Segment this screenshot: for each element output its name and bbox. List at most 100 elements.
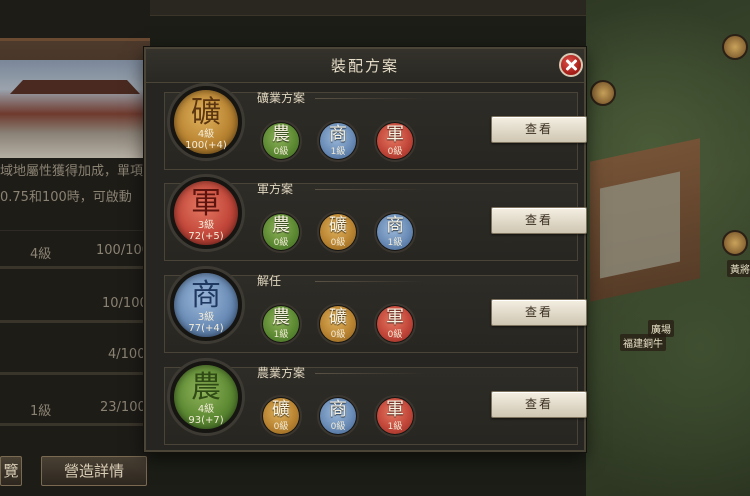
palace-image (0, 60, 150, 158)
stat-mine-icon: 礦 0級 (320, 214, 356, 250)
main-stat-badge[interactable]: 礦 4級 100(+4) (167, 83, 245, 161)
stat-value: 93(+7) (188, 415, 224, 426)
map-marker-icon[interactable] (722, 230, 748, 256)
stat-level: 3級 (197, 312, 215, 323)
map-marker-icon[interactable] (722, 34, 748, 60)
stat-mil-icon: 軍 1級 (377, 398, 413, 434)
stat-glyph: 礦 (329, 215, 347, 236)
view-button[interactable]: 查看 (491, 299, 587, 326)
sub-stat-badge[interactable]: 農 1級 (260, 303, 302, 345)
stat-level: 1級 (273, 330, 289, 340)
stat-glyph: 軍 (386, 124, 404, 145)
stat-mine-icon: 礦 0級 (263, 398, 299, 434)
dialog-title: 裝配方案 (330, 57, 399, 75)
bonus-description-line: 域地屬性獲得加成，單項 (0, 164, 144, 179)
stat-agri-icon: 農 1級 (263, 306, 299, 342)
stat-glyph: 商 (329, 124, 347, 145)
view-button[interactable]: 查看 (491, 207, 587, 234)
plan-name: 軍方案 (257, 182, 294, 196)
equip-plan-dialog: 裝配方案 礦業方案 礦 4級 100(+4) 農 0級 商 1級 軍 0級 查看… (144, 47, 587, 452)
row-level: 4級 (30, 247, 52, 262)
stat-glyph: 農 (272, 215, 290, 236)
sub-stat-badge[interactable]: 商 1級 (317, 120, 359, 162)
plan-row: 農業方案 農 4級 93(+7) 礦 0級 商 0級 軍 1級 查看 (164, 358, 587, 445)
row-value: 100/100 (96, 243, 151, 258)
sub-stat-badge[interactable]: 農 0級 (260, 120, 302, 162)
row-level: 1級 (30, 404, 52, 419)
stat-level: 0級 (273, 147, 289, 157)
stat-glyph: 礦 (329, 307, 347, 328)
stat-glyph: 軍 (386, 307, 404, 328)
stat-level: 0級 (387, 147, 403, 157)
view-button[interactable]: 查看 (491, 391, 587, 418)
stat-level: 0級 (330, 330, 346, 340)
stat-level: 1級 (387, 238, 403, 248)
stat-trade-icon: 商 3級 77(+4) (174, 273, 238, 337)
progress-bar (0, 266, 150, 269)
stat-glyph: 農 (272, 307, 290, 328)
stat-glyph: 軍 (191, 186, 221, 221)
main-stat-badge[interactable]: 商 3級 77(+4) (167, 266, 245, 344)
sub-stat-badge[interactable]: 軍 1級 (374, 395, 416, 437)
map-label[interactable]: 福建銅牛 (620, 334, 666, 351)
stat-level: 4級 (197, 129, 215, 140)
map-label[interactable]: 黃將 (727, 260, 750, 277)
close-button[interactable] (559, 53, 583, 77)
map-marker-icon[interactable] (590, 80, 616, 106)
progress-bar (0, 423, 150, 426)
row-value: 4/100 (108, 347, 146, 362)
divider (0, 230, 150, 231)
stat-glyph: 軍 (386, 399, 404, 420)
stat-mil-icon: 軍 0級 (377, 306, 413, 342)
main-stat-badge[interactable]: 軍 3級 72(+5) (167, 174, 245, 252)
close-icon (565, 59, 577, 71)
stat-glyph: 礦 (191, 95, 221, 130)
stat-agri-icon: 農 0級 (263, 214, 299, 250)
stat-agri-icon: 農 4級 93(+7) (174, 365, 238, 429)
stat-mil-icon: 軍 3級 72(+5) (174, 181, 238, 245)
sub-stat-badge[interactable]: 商 1級 (374, 211, 416, 253)
stat-level: 0級 (273, 422, 289, 432)
stat-mil-icon: 軍 0級 (377, 123, 413, 159)
plan-name: 解任 (257, 274, 282, 288)
stat-glyph: 商 (386, 215, 404, 236)
stat-trade-icon: 商 0級 (320, 398, 356, 434)
main-stat-badge[interactable]: 農 4級 93(+7) (167, 358, 245, 436)
stat-glyph: 礦 (272, 399, 290, 420)
dialog-title-bar: 裝配方案 (146, 49, 584, 83)
bonus-description-line: 0.75和100時，可啟動 (0, 190, 132, 205)
plan-row: 解任 商 3級 77(+4) 農 1級 礦 0級 軍 0級 查看 (164, 266, 587, 353)
stat-trade-icon: 商 1級 (377, 214, 413, 250)
sub-stat-badge[interactable]: 農 0級 (260, 211, 302, 253)
stat-mine-icon: 礦 4級 100(+4) (174, 90, 238, 154)
construction-details-button[interactable]: 營造詳情 (41, 456, 147, 486)
overview-button[interactable]: 覽 (0, 456, 22, 486)
sub-stat-badge[interactable]: 礦 0級 (260, 395, 302, 437)
sub-stat-badge[interactable]: 礦 0級 (317, 211, 359, 253)
stat-glyph: 商 (329, 399, 347, 420)
stat-mine-icon: 礦 0級 (320, 306, 356, 342)
row-value: 23/100 (100, 400, 146, 415)
sub-stat-badge[interactable]: 軍 0級 (374, 120, 416, 162)
stat-level: 3級 (197, 220, 215, 231)
divider (315, 373, 425, 374)
stat-level: 0級 (330, 238, 346, 248)
sub-stat-badge[interactable]: 礦 0級 (317, 303, 359, 345)
divider (315, 281, 425, 282)
stat-level: 1級 (387, 422, 403, 432)
sub-stat-badge[interactable]: 軍 0級 (374, 303, 416, 345)
progress-bar (0, 372, 150, 375)
plan-name: 礦業方案 (257, 91, 306, 105)
stat-level: 0級 (387, 330, 403, 340)
stat-value: 72(+5) (188, 231, 224, 242)
divider (315, 189, 425, 190)
stat-value: 77(+4) (188, 323, 224, 334)
sub-stat-badge[interactable]: 商 0級 (317, 395, 359, 437)
progress-bar (0, 320, 150, 323)
stat-level: 0級 (273, 238, 289, 248)
view-button[interactable]: 查看 (491, 116, 587, 143)
city-buildings (600, 171, 680, 279)
stat-trade-icon: 商 1級 (320, 123, 356, 159)
plan-row: 軍方案 軍 3級 72(+5) 農 0級 礦 0級 商 1級 查看 (164, 174, 587, 261)
plan-name: 農業方案 (257, 366, 306, 380)
